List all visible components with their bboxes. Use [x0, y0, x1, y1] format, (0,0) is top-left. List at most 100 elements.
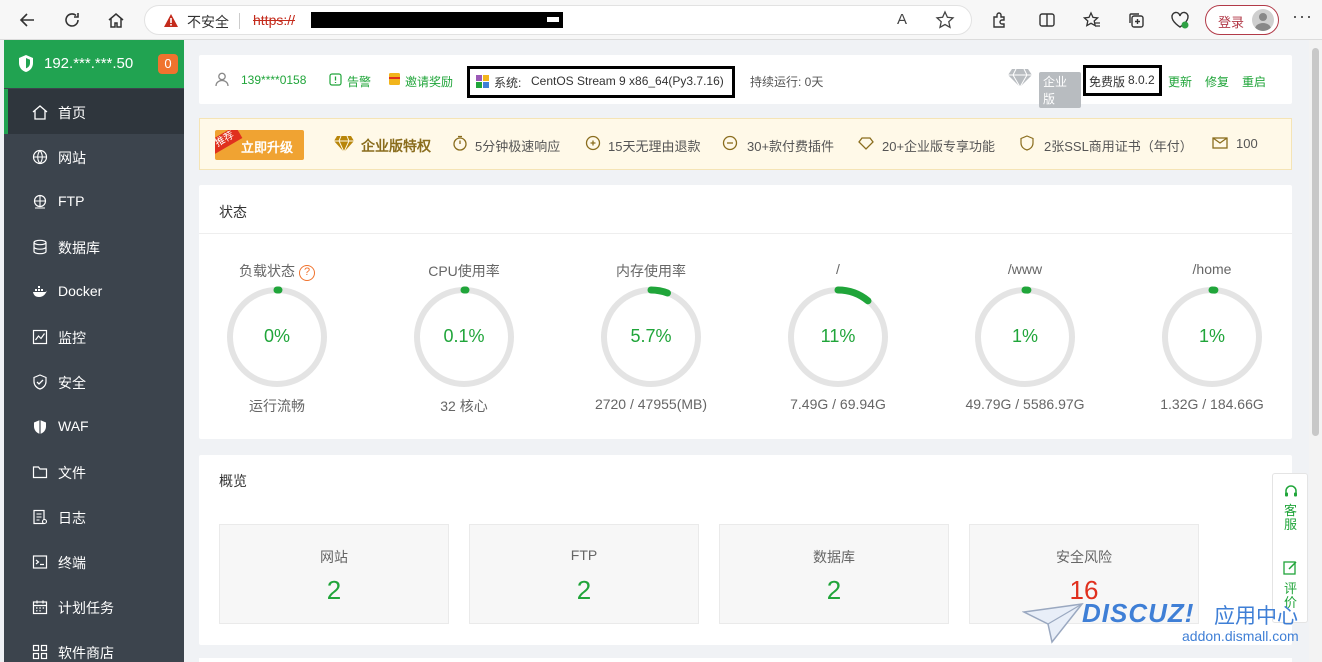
sidebar-item[interactable]: 安全 — [4, 359, 184, 404]
sidebar: 192.***.***.50 0 首页网站 FTP 数据库 Docker 监控 安全 WAF… — [4, 40, 184, 662]
sidebar-item[interactable]: 文件 — [4, 449, 184, 494]
watermark-brand-cn: 应用中心 — [1214, 605, 1298, 628]
alert-count-badge[interactable]: 0 — [158, 54, 178, 74]
invite-reward-link[interactable]: 邀请奖励 — [405, 73, 453, 90]
extensions-icon[interactable] — [988, 9, 1010, 31]
login-label: 登录 — [1218, 15, 1245, 30]
upgrade-now-button[interactable]: 推荐 立即升级 — [215, 130, 304, 160]
favorite-star-icon[interactable] — [935, 10, 955, 30]
status-gauge[interactable]: / 11% 7.49G / 69.94G — [748, 260, 928, 420]
home-button[interactable] — [102, 6, 130, 34]
docker-icon — [33, 286, 47, 297]
system-label: 系统: — [494, 76, 522, 90]
alarm-link[interactable]: 告警 — [347, 73, 371, 90]
sidebar-item[interactable]: 网站 — [4, 134, 184, 179]
split-screen-icon[interactable] — [1036, 9, 1058, 31]
address-bar[interactable]: 不安全 https:// A — [144, 5, 972, 35]
sidebar-item[interactable]: 日志 — [4, 494, 184, 539]
url-text: https:// — [253, 12, 296, 28]
overview-databases[interactable]: 数据库 2 — [719, 524, 949, 624]
gauge-subtitle: 运行流畅 — [249, 398, 305, 414]
sidebar-item[interactable]: FTP — [4, 179, 184, 224]
sidebar-item[interactable]: WAF — [4, 404, 184, 449]
overview-label: 网站 — [320, 549, 348, 565]
sidebar-item-label: 首页 — [58, 105, 86, 121]
sidebar-item[interactable]: 终端 — [4, 539, 184, 584]
enterprise-tag[interactable]: 企业版 — [1007, 68, 1081, 108]
gauge-subtitle: 7.49G / 69.94G — [790, 396, 886, 412]
system-value: CentOS Stream 9 x86_64(Py3.7.16) — [531, 74, 724, 88]
sidebar-item[interactable]: Docker — [4, 269, 184, 314]
sidebar-item[interactable]: 首页 — [4, 89, 184, 134]
login-button[interactable]: 登录 — [1205, 5, 1279, 35]
more-options-icon[interactable]: ··· — [1292, 6, 1313, 27]
gauge-subtitle: 2720 / 47955(MB) — [594, 396, 708, 412]
perk-refund: 15天无理由退款 — [608, 139, 701, 154]
perk-plugins: 30+款付费插件 — [747, 139, 835, 154]
waf-shield-icon — [34, 420, 46, 434]
overview-value: 2 — [326, 575, 342, 605]
sidebar-item[interactable]: 计划任务 — [4, 584, 184, 629]
gauge-subtitle: 32 核心 — [440, 398, 488, 414]
gauge-title-text: CPU使用率 — [428, 263, 500, 279]
calendar-icon — [32, 600, 48, 615]
gauge-title: CPU使用率 — [374, 261, 554, 281]
sidebar-item-label: 日志 — [58, 510, 86, 526]
server-header[interactable]: 192.***.***.50 0 — [4, 40, 184, 88]
redacted-url — [311, 12, 563, 28]
version-number: 8.0.2 — [1128, 73, 1155, 87]
avatar-icon — [1252, 9, 1274, 31]
status-gauge[interactable]: /home 1% 1.32G / 184.66G — [1122, 260, 1302, 420]
overview-ftp[interactable]: FTP 2 — [469, 524, 699, 624]
page-scrollbar[interactable] — [1309, 40, 1322, 662]
browser-essentials-icon[interactable] — [1169, 9, 1191, 31]
scrollbar-thumb[interactable] — [1312, 48, 1319, 436]
update-link[interactable]: 更新 — [1168, 73, 1192, 90]
terminal-icon — [32, 555, 48, 569]
log-icon — [33, 509, 48, 525]
perk-ssl: 2张SSL商用证书（年付） — [1044, 139, 1193, 154]
gauge-title: 内存使用率 — [561, 261, 741, 281]
read-aloud-button[interactable]: A — [897, 11, 907, 28]
globe-icon — [32, 149, 48, 165]
upgrade-now-label: 立即升级 — [241, 140, 294, 155]
edit-review-icon[interactable] — [1283, 560, 1298, 575]
overview-value: 2 — [826, 575, 842, 605]
help-question-icon[interactable]: ? — [299, 265, 315, 281]
overview-label: FTP — [570, 547, 598, 563]
monitor-icon — [32, 329, 48, 345]
sidebar-item[interactable]: 软件商店 — [4, 629, 184, 662]
restart-link[interactable]: 重启 — [1242, 73, 1266, 90]
sidebar-item[interactable]: 监控 — [4, 314, 184, 359]
status-gauge[interactable]: 内存使用率 5.7% 2720 / 47955(MB) — [561, 260, 741, 420]
browser-toolbar: 不安全 https:// A 登录 ··· — [0, 0, 1322, 40]
repair-link[interactable]: 修复 — [1205, 73, 1229, 90]
sidebar-item[interactable]: 数据库 — [4, 224, 184, 269]
folder-icon — [32, 466, 48, 479]
sidebar-item-label: 文件 — [58, 465, 86, 481]
uptime-text: 持续运行: 0天 — [750, 75, 824, 89]
top-info-bar: 139****0158 告警 邀请奖励 系统: CentOS Stream 9 … — [199, 55, 1292, 108]
mail-icon — [1212, 137, 1228, 149]
status-gauge[interactable]: CPU使用率 0.1% 32 核心 — [374, 260, 554, 420]
overview-websites[interactable]: 网站 2 — [219, 524, 449, 624]
refresh-button[interactable] — [58, 6, 86, 34]
collections-icon[interactable] — [1125, 9, 1147, 31]
system-info-highlight: 系统: CentOS Stream 9 x86_64(Py3.7.16) — [467, 66, 735, 98]
status-divider — [199, 233, 1292, 234]
overview-label: 数据库 — [813, 549, 855, 565]
user-account-link[interactable]: 139****0158 — [241, 73, 306, 87]
customer-service-link[interactable]: 客服 — [1284, 504, 1298, 532]
back-button[interactable] — [14, 6, 42, 34]
overview-title: 概览 — [219, 473, 247, 489]
headset-icon[interactable] — [1283, 484, 1299, 500]
house-icon — [108, 13, 124, 28]
status-gauge[interactable]: /www 1% 49.79G / 5586.97G — [935, 260, 1115, 420]
stopwatch-icon — [453, 135, 467, 151]
gauge-title-text: 内存使用率 — [616, 263, 686, 279]
favorites-icon[interactable] — [1081, 9, 1103, 31]
status-gauge[interactable]: 负载状态? 0% 运行流畅 — [187, 260, 367, 420]
database-icon — [33, 239, 47, 255]
os-icon — [476, 75, 489, 88]
overview-label: 安全风险 — [1056, 549, 1112, 565]
